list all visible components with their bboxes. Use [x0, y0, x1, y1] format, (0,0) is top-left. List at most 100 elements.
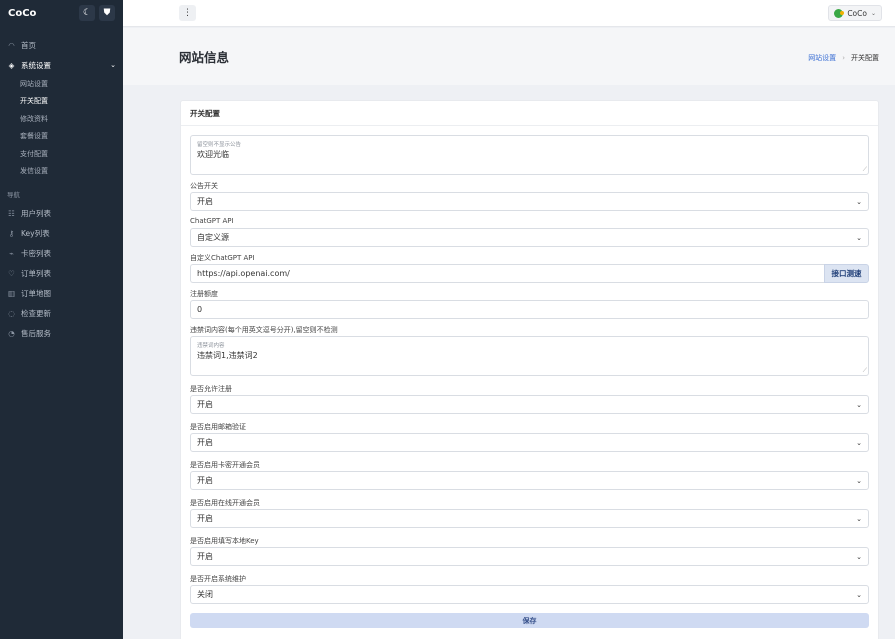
- sidebar-item-label: 订单地图: [21, 288, 51, 298]
- more-vertical-icon[interactable]: ⋮: [179, 5, 196, 21]
- sidebar-item-orders[interactable]: ♡ 订单列表: [0, 263, 123, 283]
- brand-bar: CoCo ☾ ⛊: [0, 0, 123, 26]
- chatgpt-api-select[interactable]: 自定义源 ⌄: [190, 228, 869, 247]
- card-title: 开关配置: [181, 101, 878, 126]
- chevron-down-icon: ⌄: [856, 400, 862, 409]
- online-member-select[interactable]: 开启 ⌄: [190, 509, 869, 528]
- sidebar-item-label: Key列表: [21, 228, 50, 238]
- maintenance-select[interactable]: 关闭 ⌄: [190, 585, 869, 604]
- resize-grip-icon[interactable]: ⟋: [863, 166, 867, 174]
- heart-icon: ♡: [8, 268, 15, 278]
- chevron-down-icon: ⌄: [110, 61, 116, 69]
- custom-api-input[interactable]: https://api.openai.com/: [190, 264, 824, 283]
- select-value: 开启: [197, 438, 213, 447]
- chevron-down-icon: ⌄: [856, 590, 862, 599]
- page-header: 网站信息 网站设置 › 开关配置: [123, 28, 895, 85]
- sidebar-item-label: 系统设置: [21, 60, 51, 70]
- chevron-down-icon: ⌄: [856, 476, 862, 485]
- sidebar-item-label: 检查更新: [21, 308, 51, 318]
- banned-words-placeholder: 违禁词内容: [197, 343, 225, 349]
- sidebar-item-label: 卡密列表: [21, 248, 51, 258]
- sidebar-item-label: 首页: [21, 40, 36, 50]
- email-verify-select[interactable]: 开启 ⌄: [190, 433, 869, 452]
- notice-placeholder: 留空则不显示公告: [197, 142, 242, 148]
- sidebar: CoCo ☾ ⛊ ◠ 首页 ◈ 系统设置 ⌄ 网站设置 开关配置 修改资料 套餐…: [0, 0, 123, 639]
- sidebar-item-support[interactable]: ◔ 售后服务: [0, 323, 123, 343]
- sidebar-sub-payment[interactable]: 支付配置: [0, 145, 123, 163]
- card-member-select[interactable]: 开启 ⌄: [190, 471, 869, 490]
- select-value: 开启: [197, 476, 213, 485]
- allow-register-select[interactable]: 开启 ⌄: [190, 395, 869, 414]
- chevron-down-icon: ⌄: [856, 552, 862, 561]
- resize-grip-icon[interactable]: ⟋: [863, 367, 867, 375]
- sidebar-item-label: 售后服务: [21, 328, 51, 338]
- chevron-down-icon: ⌄: [856, 514, 862, 523]
- notice-switch-select[interactable]: 开启 ⌄: [190, 192, 869, 211]
- email-verify-label: 是否启用邮箱验证: [190, 423, 246, 431]
- chevron-down-icon: ⌄: [870, 9, 876, 17]
- page-title: 网站信息: [179, 50, 230, 65]
- banned-words-label: 违禁词内容(每个用英文逗号分开),留空则不检测: [190, 326, 338, 334]
- allow-register-label: 是否允许注册: [190, 385, 232, 393]
- select-value: 开启: [197, 514, 213, 523]
- select-value: 开启: [197, 552, 213, 561]
- sidebar-item-system[interactable]: ◈ 系统设置 ⌄: [0, 55, 123, 75]
- save-button[interactable]: 保存: [190, 613, 869, 628]
- sidebar-item-label: 订单列表: [21, 268, 51, 278]
- breadcrumb-parent[interactable]: 网站设置: [808, 53, 836, 63]
- online-member-label: 是否启用在线开通会员: [190, 499, 260, 507]
- sidebar-item-home[interactable]: ◠ 首页: [0, 35, 123, 55]
- banned-words-textarea[interactable]: 违禁词内容 违禁词1,违禁词2 ⟋: [190, 336, 869, 376]
- sidebar-item-keys[interactable]: ⚷ Key列表: [0, 223, 123, 243]
- sidebar-item-label: 用户列表: [21, 208, 51, 218]
- select-value: 关闭: [197, 590, 213, 599]
- breadcrumb: 网站设置 › 开关配置: [808, 53, 879, 63]
- register-quota-input[interactable]: 0: [190, 300, 869, 319]
- sidebar-sub-plans[interactable]: 套餐设置: [0, 128, 123, 146]
- brand-name[interactable]: CoCo: [8, 8, 75, 19]
- chevron-right-icon: ›: [842, 54, 845, 62]
- sidebar-sub-profile[interactable]: 修改资料: [0, 110, 123, 128]
- register-quota-label: 注册额度: [190, 290, 218, 298]
- maintenance-label: 是否开启系统维护: [190, 575, 246, 583]
- moon-icon[interactable]: ☾: [79, 5, 95, 21]
- topbar: ⋮ CoCo ⌄: [123, 0, 895, 27]
- key-icon: ⚷: [8, 228, 15, 238]
- custom-api-group: https://api.openai.com/ 接口测速: [190, 264, 869, 283]
- chatgpt-api-label: ChatGPT API: [190, 217, 234, 225]
- sidebar-sub-website[interactable]: 网站设置: [0, 75, 123, 93]
- map-icon: ▥: [7, 288, 16, 298]
- chat-icon: ◔: [8, 328, 15, 338]
- shield-icon[interactable]: ⛊: [99, 5, 115, 21]
- select-value: 自定义源: [197, 233, 229, 242]
- chevron-down-icon: ⌄: [856, 197, 862, 206]
- sidebar-sub-switch[interactable]: 开关配置: [0, 93, 123, 111]
- notice-switch-label: 公告开关: [190, 182, 218, 190]
- select-value: 开启: [197, 400, 213, 409]
- user-menu-button[interactable]: CoCo ⌄: [828, 5, 882, 21]
- user-logo-icon: [834, 8, 845, 18]
- settings-card: 开关配置 留空则不显示公告 欢迎光临 ⟋ 公告开关 开启 ⌄ ChatGPT A…: [180, 100, 879, 639]
- api-speed-test-button[interactable]: 接口测速: [824, 264, 869, 283]
- sidebar-item-order-map[interactable]: ▥ 订单地图: [0, 283, 123, 303]
- home-icon: ◠: [8, 40, 15, 50]
- notice-textarea[interactable]: 留空则不显示公告 欢迎光临 ⟋: [190, 135, 869, 175]
- breadcrumb-current: 开关配置: [851, 54, 879, 62]
- notice-value: 欢迎光临: [197, 150, 229, 159]
- users-icon: ☷: [8, 208, 15, 218]
- local-key-label: 是否启用填写本地Key: [190, 537, 259, 545]
- layers-icon: ◈: [8, 60, 15, 70]
- card-icon: ⌁: [9, 248, 14, 258]
- user-name: CoCo: [847, 8, 867, 18]
- chevron-down-icon: ⌄: [856, 438, 862, 447]
- refresh-icon: ◌: [8, 308, 15, 318]
- card-member-label: 是否启用卡密开通会员: [190, 461, 260, 469]
- sidebar-item-users[interactable]: ☷ 用户列表: [0, 203, 123, 223]
- select-value: 开启: [197, 197, 213, 206]
- sidebar-sub-mail[interactable]: 发信设置: [0, 163, 123, 181]
- chevron-down-icon: ⌄: [856, 233, 862, 242]
- sidebar-item-cards[interactable]: ⌁ 卡密列表: [0, 243, 123, 263]
- local-key-select[interactable]: 开启 ⌄: [190, 547, 869, 566]
- sidebar-item-update[interactable]: ◌ 检查更新: [0, 303, 123, 323]
- nav-section-label: 导航: [7, 191, 20, 199]
